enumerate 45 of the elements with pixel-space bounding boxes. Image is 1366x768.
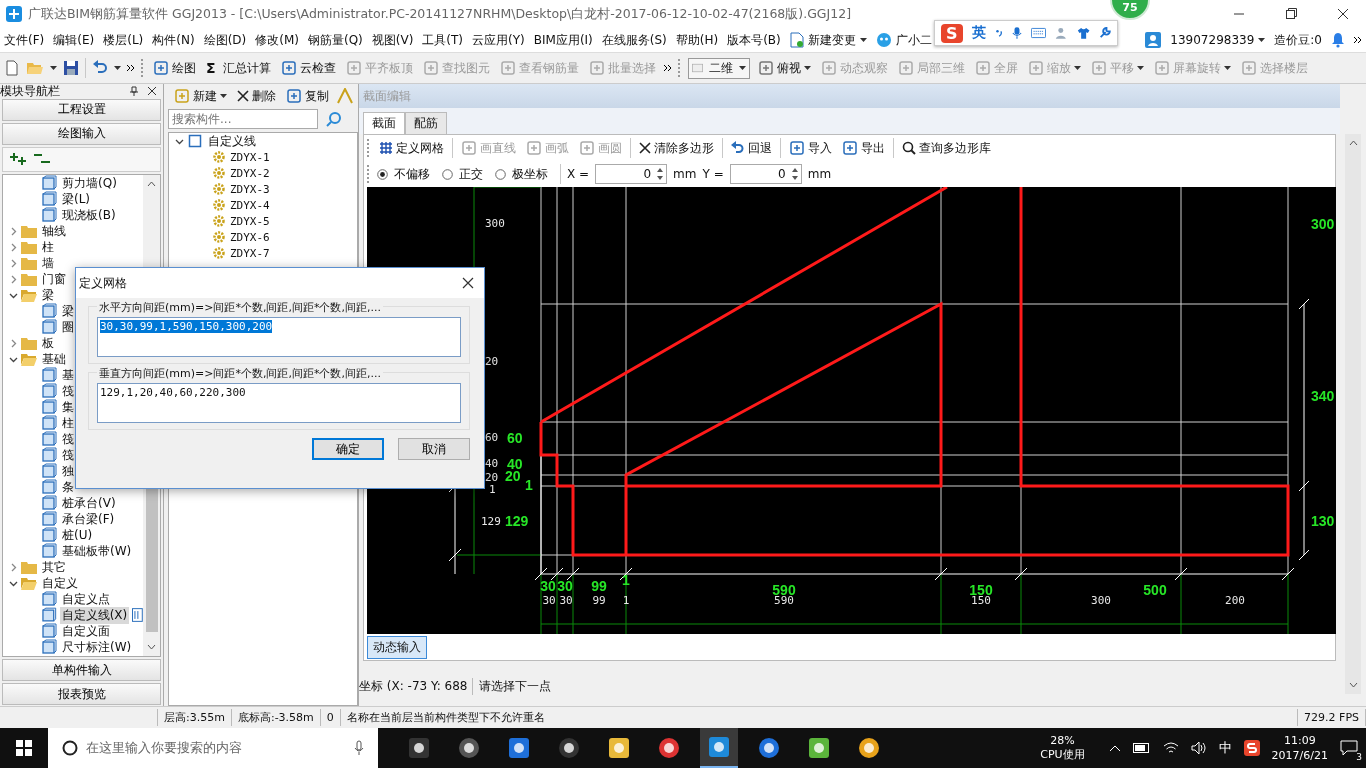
dimension-value: 300 (1311, 216, 1335, 232)
dimension-label: 40 (485, 457, 499, 470)
status-text: 层高:3.55m (158, 709, 232, 726)
command-prompt: 请选择下一点 (478, 677, 551, 695)
dimension-label: 200 (1225, 594, 1245, 607)
dimension-value: 30 (557, 578, 573, 594)
dimension-label: 30 (559, 594, 573, 607)
status-text: 729.2 FPS (1298, 709, 1366, 726)
dimension-value: 30 (540, 578, 556, 594)
dimension-value: 1 (525, 477, 533, 493)
dimension-value: 340 (1311, 388, 1335, 404)
field-label: X = (567, 167, 590, 181)
dimension-label: 20 (485, 355, 499, 368)
status-text: 名称在当前层当前构件类型下不允许重名 (340, 709, 1299, 726)
panel-title: 截面编辑 (363, 87, 411, 105)
unit-label: mm (807, 167, 832, 181)
group-label: 垂直方向间距(mm)=>间距*个数,间距,间距*个数,间距,... (97, 366, 383, 381)
dimension-value: 500 (1143, 582, 1167, 598)
window-title: 广联达BIM钢筋算量软件 GGJ2013 - [C:\Users\Administrator.PC-20141127NRHM\Desktop\白龙村-2017-06-12-10-02-47(2168版).GGJ12] (28, 5, 851, 23)
dimension-label: 99 (592, 594, 606, 607)
unit-label: mm (673, 167, 697, 181)
status-text: 0 (320, 709, 341, 726)
field-label: Y = (702, 167, 724, 181)
dialog-title: 定义网格 (79, 274, 127, 292)
dimension-value: 130 (1311, 513, 1335, 529)
group-label: 水平方向间距(mm)=>间距*个数,间距,间距*个数,间距,... (97, 300, 383, 315)
dimension-value: 60 (507, 430, 523, 446)
dimension-label: 1 (622, 594, 630, 607)
panel-title: 模块导航栏 (0, 82, 60, 100)
dimension-label: 300 (485, 217, 505, 230)
coordinates-readout: 坐标 (X: -73 Y: 688 (359, 677, 473, 695)
dimension-value: 99 (591, 578, 607, 594)
dimension-label: 129 (481, 515, 501, 528)
cpu-label: CPU使用 (1040, 748, 1085, 762)
status-text: 底标高:-3.58m (231, 709, 321, 726)
dimension-label: 1 (489, 483, 496, 496)
field-value: 129,1,20,40,60,220,300 (100, 386, 246, 399)
dimension-label: 30 (542, 594, 556, 607)
dimension-value: 1 (622, 572, 630, 588)
dimension-value: 129 (505, 513, 529, 529)
cpu-usage: 28% (1050, 734, 1075, 748)
dimension-label: 300 (1091, 594, 1111, 607)
beans-balance: 造价豆:0 (1274, 31, 1322, 49)
dimension-label: 20 (485, 471, 499, 484)
dimension-label: 60 (485, 431, 499, 444)
